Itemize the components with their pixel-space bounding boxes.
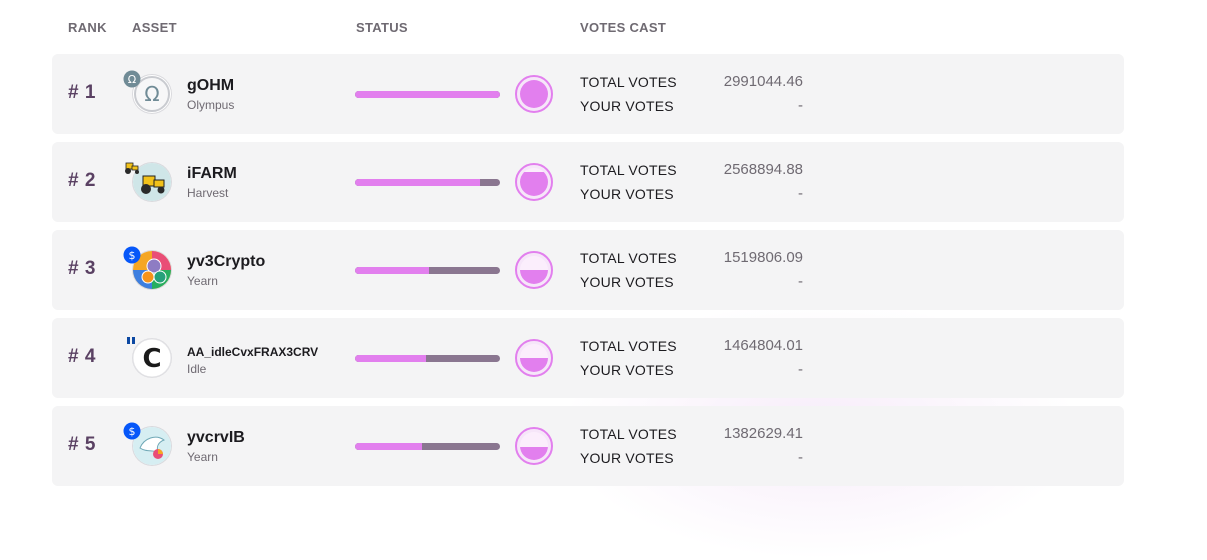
- table-row[interactable]: # 3 $ yv3Crypto Yearn TOTAL VOTES YOUR V…: [52, 230, 1124, 310]
- asset-name[interactable]: yvcrvIB: [187, 429, 245, 447]
- status-progress-fill: [355, 91, 500, 98]
- your-votes-value: -: [798, 185, 803, 202]
- total-votes-label: TOTAL VOTES: [580, 250, 677, 266]
- tractor-badge-icon: [123, 158, 141, 176]
- your-votes-value: -: [798, 361, 803, 378]
- status-column-header: STATUS: [356, 20, 408, 35]
- table-row[interactable]: # 4 C AA_idleCvxFRAX3CRV Idle TOTAL VOTE…: [52, 318, 1124, 398]
- your-votes-value: -: [798, 97, 803, 114]
- your-votes-label: YOUR VOTES: [580, 450, 674, 466]
- table-header: RANK ASSET STATUS VOTES CAST: [0, 0, 1207, 50]
- total-votes-value: 1382629.41: [723, 425, 803, 442]
- your-votes-label: YOUR VOTES: [580, 274, 674, 290]
- asset-platform: Olympus: [187, 98, 235, 112]
- total-votes-label: TOTAL VOTES: [580, 162, 677, 178]
- your-votes-label: YOUR VOTES: [580, 362, 674, 378]
- asset-platform: Yearn: [187, 274, 218, 288]
- total-votes-label: TOTAL VOTES: [580, 74, 677, 90]
- status-progress-bar: [355, 355, 500, 362]
- table-row[interactable]: # 2 iFARM Harvest TOTAL VOTES YOUR VOTES…: [52, 142, 1124, 222]
- status-progress-bar: [355, 267, 500, 274]
- asset-name[interactable]: gOHM: [187, 77, 234, 95]
- rank-label: # 5: [68, 434, 96, 455]
- rank-column-header: RANK: [68, 20, 107, 35]
- rank-label: # 4: [68, 346, 96, 367]
- asset-column-header: ASSET: [132, 20, 177, 35]
- status-progress-bar: [355, 179, 500, 186]
- status-gauge: [515, 163, 553, 201]
- status-progress-fill: [355, 179, 480, 186]
- table-row[interactable]: # 1 Ω Ω gOHM Olympus TOTAL VOTES YOUR VO…: [52, 54, 1124, 134]
- status-gauge: [515, 251, 553, 289]
- your-votes-value: -: [798, 273, 803, 290]
- your-votes-label: YOUR VOTES: [580, 98, 674, 114]
- table-row[interactable]: # 5 $ yvcrvIB Yearn TOTAL VOTES YOUR VOT…: [52, 406, 1124, 486]
- asset-platform: Idle: [187, 362, 207, 376]
- status-gauge: [515, 427, 553, 465]
- asset-name[interactable]: yv3Crypto: [187, 253, 265, 271]
- svg-text:$: $: [129, 425, 136, 438]
- svg-text:Ω: Ω: [144, 82, 159, 106]
- total-votes-label: TOTAL VOTES: [580, 338, 677, 354]
- svg-text:Ω: Ω: [128, 73, 136, 86]
- total-votes-label: TOTAL VOTES: [580, 426, 677, 442]
- rank-label: # 1: [68, 82, 96, 103]
- total-votes-value: 1519806.09: [723, 249, 803, 266]
- asset-platform: Harvest: [187, 186, 229, 200]
- total-votes-value: 2568894.88: [723, 161, 803, 178]
- idle-badge-icon: [123, 334, 141, 352]
- status-gauge-fill: [520, 269, 548, 284]
- status-gauge-fill: [520, 447, 548, 460]
- asset-platform: Yearn: [187, 450, 218, 464]
- your-votes-value: -: [798, 449, 803, 466]
- total-votes-value: 1464804.01: [723, 337, 803, 354]
- status-progress-bar: [355, 91, 500, 98]
- status-progress-bar: [355, 443, 500, 450]
- olympus-badge-icon: Ω: [123, 70, 141, 88]
- status-gauge: [515, 339, 553, 377]
- status-gauge: [515, 75, 553, 113]
- status-gauge-fill: [520, 80, 548, 108]
- asset-name[interactable]: AA_idleCvxFRAX3CRV: [187, 345, 318, 359]
- your-votes-label: YOUR VOTES: [580, 186, 674, 202]
- yearn-badge-icon: $: [123, 422, 141, 440]
- yearn-badge-icon: $: [123, 246, 141, 264]
- status-gauge-fill: [520, 358, 548, 372]
- status-progress-fill: [355, 443, 422, 450]
- votes-cast-column-header: VOTES CAST: [580, 20, 667, 35]
- svg-text:$: $: [129, 249, 136, 262]
- status-gauge-fill: [520, 171, 548, 196]
- status-progress-fill: [355, 355, 427, 362]
- status-progress-fill: [355, 267, 429, 274]
- rank-label: # 3: [68, 258, 96, 279]
- total-votes-value: 2991044.46: [723, 73, 803, 90]
- svg-text:C: C: [142, 344, 161, 374]
- rank-label: # 2: [68, 170, 96, 191]
- asset-name[interactable]: iFARM: [187, 165, 237, 183]
